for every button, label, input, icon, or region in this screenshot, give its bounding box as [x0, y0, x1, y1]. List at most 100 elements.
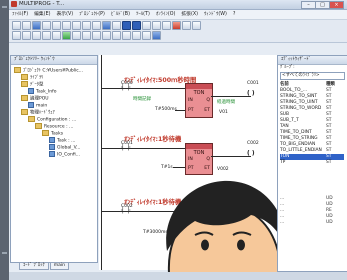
fb-pin-pt: PT — [188, 166, 194, 171]
menu-online[interactable]: ｵﾝﾗｲﾝ(O) — [153, 10, 179, 19]
fb-type-label: TON — [193, 150, 205, 156]
fb-pin-q: Q — [206, 98, 210, 103]
connector-icon[interactable] — [92, 31, 101, 40]
return-icon[interactable] — [112, 31, 121, 40]
zoom-out-icon[interactable] — [162, 21, 171, 30]
program-icon — [28, 102, 34, 108]
comment-icon[interactable] — [82, 31, 91, 40]
wizard-item[interactable]: ... UD — [280, 202, 333, 208]
wizard-item[interactable]: TIME_TO_DINT ST — [280, 130, 331, 136]
coil-icon[interactable] — [32, 31, 41, 40]
paste-icon[interactable] — [72, 21, 81, 30]
title-bar: MULTIPROG - T... – □ × — [9, 0, 347, 10]
fb-pin-et: ET — [204, 108, 210, 113]
menu-bar: ﾌｧｲﾙ(F) 編集(E) 表示(V) ﾌﾟﾛｼﾞｪｸﾄ(P) ﾋﾞﾙﾄﾞ(B) ﾂｰﾙ(… — [9, 10, 347, 20]
menu-window[interactable]: ｳｨﾝﾄﾞｳ(W) — [201, 10, 230, 19]
fb-pin-in: IN — [188, 98, 193, 103]
toolbar-row-1 — [12, 21, 202, 30]
maximize-button[interactable]: □ — [315, 1, 330, 9]
wizard-item[interactable]: SUB_T_T ST — [280, 118, 331, 124]
rung-2-coil[interactable]: ( ) — [247, 150, 255, 157]
rung-1-out-wire — [211, 96, 251, 97]
fb-header — [186, 84, 212, 89]
wizard-item-selected[interactable]: TON ST — [280, 154, 344, 160]
new-file-icon[interactable] — [12, 21, 21, 30]
wizard-item[interactable]: SUB ST — [280, 112, 331, 118]
datatype-icon — [28, 88, 34, 94]
wizard-item[interactable]: STRING_TO_SINT ST — [280, 94, 331, 100]
negate-icon[interactable] — [142, 31, 151, 40]
rung-1-et-var: V01 — [219, 110, 228, 115]
function-block-icon[interactable] — [42, 31, 51, 40]
wizard-item[interactable]: TIME_TO_STRING ST — [280, 136, 331, 142]
wizard-item[interactable]: STRING_TO_UINT ST — [280, 100, 331, 106]
menu-file[interactable]: ﾌｧｲﾙ(F) — [9, 10, 31, 19]
rung-2-ton-block[interactable]: TON IN PT Q ET — [185, 143, 213, 175]
wizard-item[interactable]: TAN ST — [280, 124, 331, 130]
tree-item-io-config[interactable]: IO_Confi... — [49, 151, 80, 159]
select-icon[interactable] — [12, 31, 21, 40]
wizard-item[interactable]: ... UD — [280, 214, 333, 220]
tab-main[interactable]: main — [49, 262, 69, 270]
wizard-item[interactable]: ... UD — [280, 196, 333, 202]
wizard-item[interactable]: TO_LITTLE_ENDIAN ST — [280, 148, 331, 154]
monitor-icon[interactable] — [152, 31, 161, 40]
group-select[interactable]: <すべてのﾗｲﾌﾞﾗﾘ> — [280, 72, 345, 80]
column-header: 名前 種類 — [280, 82, 335, 88]
undo-icon[interactable] — [82, 21, 91, 30]
save-icon[interactable] — [32, 21, 41, 30]
col-name: 名前 — [280, 82, 289, 87]
menu-build[interactable]: ﾋﾞﾙﾄﾞ(B) — [108, 10, 133, 19]
layout-icon[interactable] — [192, 21, 201, 30]
project-tree-header: ﾌﾟﾛｼﾞｪｸﾄﾂﾘｰ ｳｨﾝﾄﾞｳ — [11, 56, 97, 65]
rung-1-time-var: T#500ms — [155, 107, 177, 112]
strip-marker — [2, 6, 7, 8]
cut-icon[interactable] — [52, 21, 61, 30]
folder-icon — [28, 116, 35, 122]
menu-help[interactable]: ? — [230, 10, 239, 19]
folder-icon — [21, 74, 28, 80]
online-icon[interactable] — [132, 21, 141, 30]
copy-icon[interactable] — [62, 21, 71, 30]
wizard-item[interactable]: TO_BIG_ENDIAN ST — [280, 142, 331, 148]
wizard-item[interactable]: ... UD — [280, 220, 333, 226]
rung-2-pt-wire — [173, 167, 185, 168]
tab-code-block[interactable]: ｺｰﾄﾞ ﾌﾞﾛｯｸ — [19, 262, 49, 270]
debug-icon[interactable] — [122, 21, 131, 30]
zoom-in-icon[interactable] — [152, 21, 161, 30]
contact-icon[interactable] — [22, 31, 31, 40]
menu-extras[interactable]: 拡張(X) — [178, 10, 201, 19]
window-icon[interactable] — [182, 21, 191, 30]
rung-2-out-wire — [211, 156, 251, 157]
grid-icon[interactable] — [142, 21, 151, 30]
run-icon[interactable] — [62, 31, 71, 40]
menu-view[interactable]: 表示(V) — [53, 10, 76, 19]
ladder-editor[interactable]: ｵﾝﾃﾞｨﾚｲﾀｲﾏ:500ｍ秒時間 ┤ ├ C000 時間記録 TON IN … — [99, 55, 286, 272]
redo-icon[interactable] — [92, 21, 101, 30]
menu-project[interactable]: ﾌﾟﾛｼﾞｪｸﾄ(P) — [76, 10, 108, 19]
parallel-icon[interactable] — [122, 31, 131, 40]
wizard-item[interactable]: STRING_TO_WORD ST — [280, 106, 331, 112]
rung-1-ton-block[interactable]: TON IN PT Q ET — [185, 83, 213, 118]
jump-icon[interactable] — [102, 31, 111, 40]
variable-icon[interactable] — [72, 31, 81, 40]
rung-1-coil[interactable]: ( ) — [247, 90, 255, 97]
menu-tools[interactable]: ﾂｰﾙ(T) — [133, 10, 153, 19]
wizard-item[interactable]: TP ST — [280, 160, 331, 166]
fb-type-label: TON — [193, 90, 205, 96]
compile-icon[interactable] — [102, 21, 111, 30]
toolbar — [9, 20, 347, 43]
close-button[interactable]: × — [329, 1, 344, 9]
io-icon — [49, 151, 55, 157]
project-tree-panel: ﾌﾟﾛｼﾞｪｸﾄﾂﾘｰ ｳｨﾝﾄﾞｳ ﾌﾟﾛｼﾞｪｸﾄ C:¥Users¥Pub… — [10, 55, 98, 263]
line-icon[interactable] — [52, 31, 61, 40]
branch-icon[interactable] — [132, 31, 141, 40]
menu-edit[interactable]: 編集(E) — [31, 10, 53, 19]
wizard-item[interactable]: BOOL_TO_... ST — [280, 88, 331, 94]
open-folder-icon[interactable] — [22, 21, 31, 30]
wizard-item[interactable]: ... RE — [280, 208, 332, 214]
minimize-button[interactable]: – — [301, 1, 316, 9]
make-icon[interactable] — [112, 21, 121, 30]
stop-icon[interactable] — [172, 21, 181, 30]
print-icon[interactable] — [42, 21, 51, 30]
